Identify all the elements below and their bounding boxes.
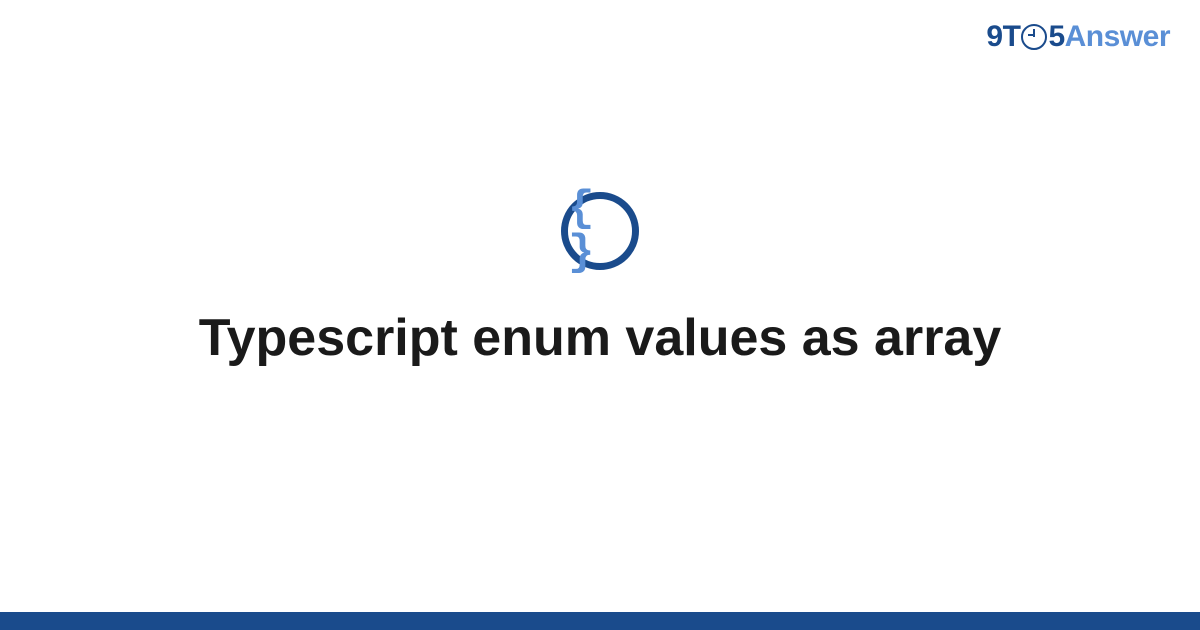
logo-text-9t: 9T (986, 20, 1020, 54)
logo-text-5: 5 (1048, 20, 1064, 54)
site-logo[interactable]: 9T 5 Answer (986, 20, 1170, 54)
category-badge: { } (561, 192, 639, 270)
main-content: { } Typescript enum values as array (0, 0, 1200, 630)
header: 9T 5 Answer (986, 20, 1170, 54)
logo-text-answer: Answer (1065, 20, 1170, 54)
page-title: Typescript enum values as array (199, 308, 1002, 368)
footer-accent-bar (0, 612, 1200, 630)
braces-icon: { } (568, 187, 632, 275)
clock-icon (1021, 24, 1047, 50)
